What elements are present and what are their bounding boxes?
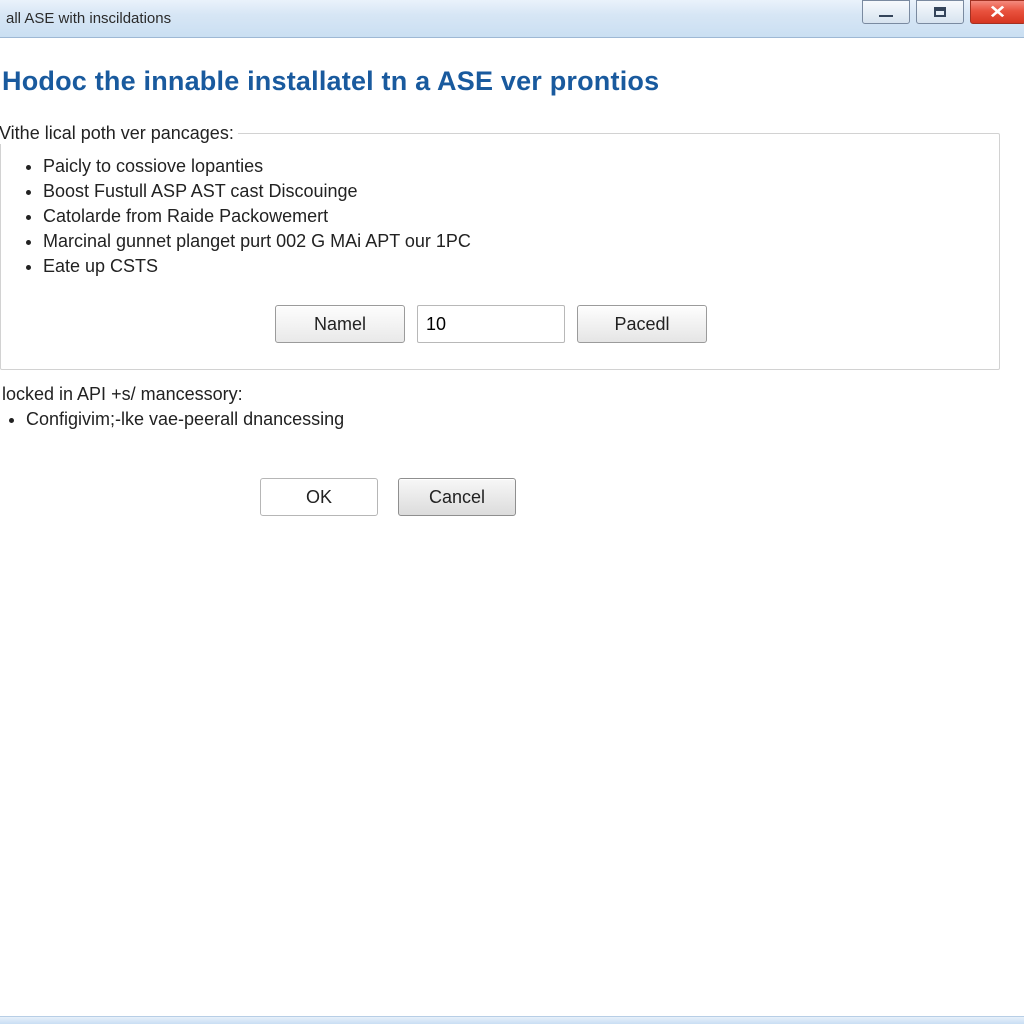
packages-group: Vithe lical poth ver pancages: Paicly to… xyxy=(0,123,1000,370)
name-button[interactable]: Namel xyxy=(275,305,405,343)
list-item: Boost Fustull ASP AST cast Discouinge xyxy=(43,181,985,202)
content-area: Hodoc the innable installatel tn a ASE v… xyxy=(0,38,1024,516)
list-item: Catolarde from Raide Packowemert xyxy=(43,206,985,227)
close-icon: ✕ xyxy=(989,3,1006,21)
packages-list: Paicly to cossiove lopanties Boost Fustu… xyxy=(15,156,985,277)
window-controls: ✕ xyxy=(862,0,1024,37)
packages-group-legend: Vithe lical poth ver pancages: xyxy=(0,123,238,144)
titlebar: all ASE with inscildations ✕ xyxy=(0,0,1024,38)
list-item: Configivim;-lke vae-peerall dnancessing xyxy=(26,409,1012,430)
list-item: Paicly to cossiove lopanties xyxy=(43,156,985,177)
bottom-accent xyxy=(0,1016,1024,1024)
name-controls-row: Namel Pacedl xyxy=(275,305,985,343)
cancel-button[interactable]: Cancel xyxy=(398,478,516,516)
value-input[interactable] xyxy=(417,305,565,343)
list-item: Eate up CSTS xyxy=(43,256,985,277)
page-title: Hodoc the innable installatel tn a ASE v… xyxy=(2,66,1012,97)
maximize-button[interactable] xyxy=(916,0,964,24)
minimize-icon xyxy=(879,15,893,17)
ok-button[interactable]: OK xyxy=(260,478,378,516)
close-button[interactable]: ✕ xyxy=(970,0,1024,24)
list-item: Marcinal gunnet planget purt 002 G MAi A… xyxy=(43,231,985,252)
api-list: Configivim;-lke vae-peerall dnancessing xyxy=(0,409,1012,430)
api-group-legend: locked in API +s/ mancessory: xyxy=(2,384,1012,405)
dialog-buttons: OK Cancel xyxy=(260,478,1012,516)
paced-button[interactable]: Pacedl xyxy=(577,305,707,343)
maximize-icon xyxy=(934,7,946,17)
window-title: all ASE with inscildations xyxy=(6,10,171,27)
minimize-button[interactable] xyxy=(862,0,910,24)
